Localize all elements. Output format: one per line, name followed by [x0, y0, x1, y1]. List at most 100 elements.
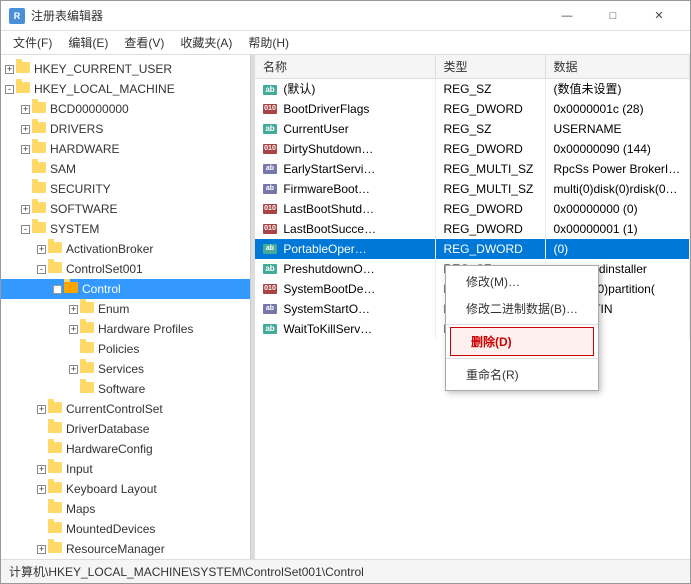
- folder-icon: [48, 522, 64, 536]
- tree-item-system[interactable]: - SYSTEM: [1, 219, 250, 239]
- cell-name: ab PreshutdownO…: [255, 259, 435, 279]
- expand-hku[interactable]: +: [5, 65, 14, 74]
- tree-item-hklm[interactable]: - HKEY_LOCAL_MACHINE: [1, 79, 250, 99]
- tree-label-keyboardlayout: Keyboard Layout: [66, 482, 157, 496]
- tree-item-control[interactable]: - Control: [1, 279, 250, 299]
- tree-item-controlset001[interactable]: - ControlSet001: [1, 259, 250, 279]
- table-row[interactable]: 010 LastBootShutd… REG_DWORD 0x00000000 …: [255, 199, 690, 219]
- tree-item-softwarekey[interactable]: Software: [1, 379, 250, 399]
- tree-item-software[interactable]: + SOFTWARE: [1, 199, 250, 219]
- expand-activationbroker[interactable]: +: [37, 245, 46, 254]
- context-menu-divider: [446, 324, 598, 325]
- table-row[interactable]: ab (默认) REG_SZ (数值未设置): [255, 79, 690, 99]
- tree-item-activationbroker[interactable]: + ActivationBroker: [1, 239, 250, 259]
- tree-item-hardwareconfig[interactable]: HardwareConfig: [1, 439, 250, 459]
- expand-drivers[interactable]: +: [21, 125, 30, 134]
- col-header-name[interactable]: 名称: [255, 55, 435, 79]
- cell-name: 010 SystemBootDe…: [255, 279, 435, 299]
- expand-services[interactable]: +: [69, 365, 78, 374]
- expand-currentcontrolset[interactable]: +: [37, 405, 46, 414]
- folder-icon: [64, 282, 80, 296]
- expand-hardware[interactable]: +: [21, 145, 30, 154]
- expand-keyboardlayout[interactable]: +: [37, 485, 46, 494]
- main-content: + HKEY_CURRENT_USER - HKEY_LOCAL_MACHINE…: [1, 55, 690, 559]
- minimize-button[interactable]: —: [544, 1, 590, 31]
- tree-item-hwprofiles[interactable]: + Hardware Profiles: [1, 319, 250, 339]
- cell-data: multi(0)disk(0)rdisk(0)partition(: [545, 179, 690, 199]
- close-button[interactable]: ✕: [636, 1, 682, 31]
- folder-icon: [32, 142, 48, 156]
- tree-item-keyboardlayout[interactable]: + Keyboard Layout: [1, 479, 250, 499]
- cell-data: (数值未设置): [545, 79, 690, 99]
- tree-item-hku[interactable]: + HKEY_CURRENT_USER: [1, 59, 250, 79]
- tree-item-services[interactable]: + Services: [1, 359, 250, 379]
- tree-item-security[interactable]: SECURITY: [1, 179, 250, 199]
- tree-item-hardware[interactable]: + HARDWARE: [1, 139, 250, 159]
- context-menu-item-delete[interactable]: 删除(D): [450, 327, 594, 356]
- table-row[interactable]: 010 BootDriverFlags REG_DWORD 0x0000001c…: [255, 99, 690, 119]
- expand-hklm[interactable]: -: [5, 85, 14, 94]
- table-row[interactable]: ab FirmwareBoot… REG_MULTI_SZ multi(0)di…: [255, 179, 690, 199]
- folder-icon: [48, 262, 64, 276]
- reg-sz-icon: ab: [263, 124, 277, 134]
- expand-hwprofiles[interactable]: +: [69, 325, 78, 334]
- tree-item-enum[interactable]: + Enum: [1, 299, 250, 319]
- registry-tree[interactable]: + HKEY_CURRENT_USER - HKEY_LOCAL_MACHINE…: [1, 55, 251, 559]
- expand-system[interactable]: -: [21, 225, 30, 234]
- tree-label-controlset001: ControlSet001: [66, 262, 143, 276]
- tree-item-resourcemanager[interactable]: + ResourceManager: [1, 539, 250, 559]
- folder-icon: [48, 462, 64, 476]
- tree-item-mounteddevices[interactable]: MountedDevices: [1, 519, 250, 539]
- tree-item-sam[interactable]: SAM: [1, 159, 250, 179]
- table-row[interactable]: 010 LastBootSucce… REG_DWORD 0x00000001 …: [255, 219, 690, 239]
- context-menu-item-modify-binary[interactable]: 修改二进制数据(B)…: [446, 295, 598, 322]
- context-menu-item-modify[interactable]: 修改(M)…: [446, 268, 598, 295]
- folder-icon: [80, 302, 96, 316]
- tree-item-driverdatabase[interactable]: DriverDatabase: [1, 419, 250, 439]
- expand-control[interactable]: -: [53, 285, 62, 294]
- table-row[interactable]: 010 DirtyShutdown… REG_DWORD 0x00000090 …: [255, 139, 690, 159]
- titlebar: R 注册表编辑器 — □ ✕: [1, 1, 690, 31]
- context-menu-item-rename[interactable]: 重命名(R): [446, 361, 598, 388]
- tree-label-sam: SAM: [50, 162, 76, 176]
- tree-label-software: SOFTWARE: [50, 202, 118, 216]
- tree-label-softwarekey: Software: [98, 382, 145, 396]
- cell-name: ab SystemStartO…: [255, 299, 435, 319]
- menu-favorites[interactable]: 收藏夹(A): [172, 32, 240, 53]
- table-row[interactable]: ab EarlyStartServi… REG_MULTI_SZ RpcSs P…: [255, 159, 690, 179]
- cell-type: REG_DWORD: [435, 139, 545, 159]
- table-row[interactable]: ab PortableOper… REG_DWORD (0): [255, 239, 690, 259]
- tree-item-currentcontrolset[interactable]: + CurrentControlSet: [1, 399, 250, 419]
- expand-input[interactable]: +: [37, 465, 46, 474]
- tree-label-enum: Enum: [98, 302, 129, 316]
- reg-dword-icon: 010: [263, 284, 277, 294]
- expand-enum[interactable]: +: [69, 305, 78, 314]
- tree-item-input[interactable]: + Input: [1, 459, 250, 479]
- col-header-type[interactable]: 类型: [435, 55, 545, 79]
- expand-resourcemanager[interactable]: +: [37, 545, 46, 554]
- maximize-button[interactable]: □: [590, 1, 636, 31]
- tree-label-resourcemanager: ResourceManager: [66, 542, 165, 556]
- menu-view[interactable]: 查看(V): [116, 32, 172, 53]
- cell-name: ab CurrentUser: [255, 119, 435, 139]
- folder-icon: [16, 62, 32, 76]
- col-header-data[interactable]: 数据: [545, 55, 690, 79]
- tree-item-bcd[interactable]: + BCD00000000: [1, 99, 250, 119]
- menu-help[interactable]: 帮助(H): [240, 32, 297, 53]
- tree-item-maps[interactable]: Maps: [1, 499, 250, 519]
- table-row[interactable]: ab CurrentUser REG_SZ USERNAME: [255, 119, 690, 139]
- cell-type: REG_DWORD: [435, 199, 545, 219]
- expand-software[interactable]: +: [21, 205, 30, 214]
- folder-icon: [32, 182, 48, 196]
- expand-controlset001[interactable]: -: [37, 265, 46, 274]
- tree-label-system: SYSTEM: [50, 222, 99, 236]
- cell-data: 0x00000090 (144): [545, 139, 690, 159]
- menu-file[interactable]: 文件(F): [5, 32, 60, 53]
- cell-name: 010 LastBootSucce…: [255, 219, 435, 239]
- menu-edit[interactable]: 编辑(E): [60, 32, 116, 53]
- tree-item-policies[interactable]: Policies: [1, 339, 250, 359]
- expand-bcd[interactable]: +: [21, 105, 30, 114]
- folder-icon: [80, 322, 96, 336]
- tree-item-drivers[interactable]: + DRIVERS: [1, 119, 250, 139]
- cell-name: ab FirmwareBoot…: [255, 179, 435, 199]
